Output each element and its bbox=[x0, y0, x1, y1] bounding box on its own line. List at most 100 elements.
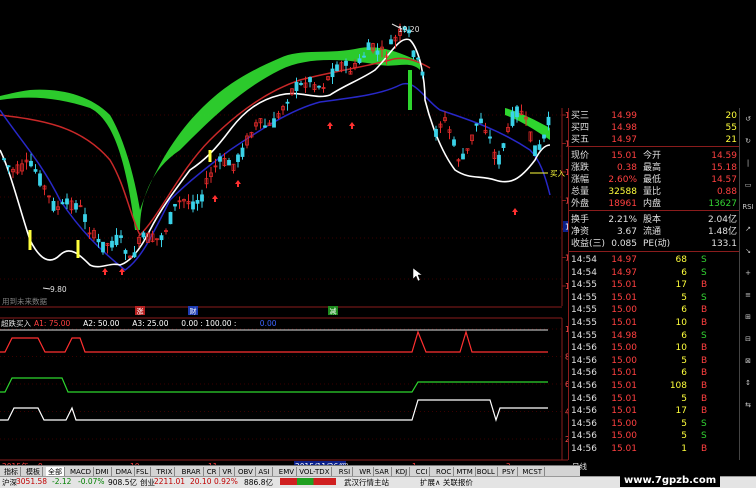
ask-volume: 20 bbox=[725, 111, 737, 121]
candle-body bbox=[236, 154, 240, 162]
candle-body bbox=[330, 68, 335, 78]
stat-value: 13627 bbox=[708, 199, 737, 209]
toolbar-button[interactable]: ⊟ bbox=[741, 332, 755, 346]
tick-price: 15.01 bbox=[611, 292, 637, 303]
candle-body bbox=[240, 147, 245, 157]
tick-side: S bbox=[701, 418, 707, 429]
station-label: 武汉行情主站 bbox=[344, 478, 389, 487]
tick-time: 14:56 bbox=[571, 406, 597, 417]
sh-pct: -0.07% bbox=[78, 477, 105, 486]
candle-body bbox=[159, 235, 164, 241]
candle-body bbox=[335, 64, 339, 72]
tick-volume: 17 bbox=[675, 406, 687, 417]
candle-body bbox=[218, 156, 222, 162]
toolbar-button[interactable]: ↘ bbox=[741, 244, 755, 258]
toolbar-button[interactable]: ↺ bbox=[741, 112, 755, 126]
tick-volume: 6 bbox=[681, 368, 687, 379]
indicator-param: A2: 50.00 bbox=[83, 319, 120, 328]
tick-volume: 6 bbox=[681, 330, 687, 341]
watermark: www.7gpzb.com bbox=[620, 474, 721, 487]
candle-body bbox=[272, 118, 276, 128]
candle-body bbox=[227, 160, 231, 166]
toolbar-button[interactable]: + bbox=[741, 266, 755, 280]
toolbar-button[interactable]: ▭ bbox=[741, 178, 755, 192]
candle-body bbox=[294, 81, 299, 92]
tick-volume: 68 bbox=[675, 255, 687, 265]
candle-body bbox=[123, 250, 128, 254]
candle-body bbox=[389, 39, 393, 45]
candle-body-yellow bbox=[28, 230, 32, 250]
candle-body bbox=[263, 125, 267, 128]
stat-value: 2.60% bbox=[608, 175, 637, 185]
stat-label: 流通 bbox=[643, 227, 662, 237]
ask-label: 买四 bbox=[571, 123, 590, 133]
stat-label: 换手 bbox=[571, 215, 590, 225]
toolbar-button[interactable]: ⊞ bbox=[741, 310, 755, 324]
tick-time: 14:55 bbox=[571, 292, 597, 303]
stat-label: 外盘 bbox=[571, 199, 590, 209]
buy-label: 买入 bbox=[550, 169, 565, 178]
stat-label: 最高 bbox=[643, 163, 662, 173]
tick-price: 15.00 bbox=[611, 343, 637, 354]
candle-body bbox=[533, 145, 537, 157]
candle-body-yellow bbox=[208, 150, 212, 162]
tick-price: 15.00 bbox=[611, 418, 637, 429]
toolbar-button[interactable]: ≡ bbox=[741, 288, 755, 302]
candle-body bbox=[434, 129, 438, 137]
tick-price: 15.01 bbox=[611, 318, 637, 328]
indicator-param: 0.00 : 100.00 : bbox=[181, 319, 236, 328]
toolbar-button[interactable]: ↻ bbox=[741, 134, 755, 148]
ask-label: 买五 bbox=[571, 135, 590, 145]
candle-body bbox=[6, 165, 11, 168]
high-price-label: 19.20 bbox=[398, 25, 420, 34]
tick-side: B bbox=[701, 393, 708, 404]
expand-related-quote[interactable]: 扩展∧ 关联报价 bbox=[420, 477, 473, 488]
toolbar-button[interactable]: ⊠ bbox=[741, 354, 755, 368]
market-breadth-bar bbox=[280, 478, 336, 485]
stat-value: 2.21% bbox=[608, 215, 637, 225]
tick-time: 14:55 bbox=[571, 305, 597, 316]
ask-price: 14.99 bbox=[611, 111, 637, 121]
candle-body-yellow bbox=[76, 240, 80, 258]
toolbar-button[interactable]: | bbox=[741, 156, 755, 170]
tick-price: 14.97 bbox=[611, 267, 637, 278]
tick-side: B bbox=[701, 305, 708, 316]
stat-label: 股本 bbox=[643, 215, 662, 225]
candle-body bbox=[51, 200, 56, 211]
indicator-line-green bbox=[0, 377, 548, 393]
stat-label: 涨幅 bbox=[571, 175, 590, 185]
candle-body bbox=[60, 202, 65, 205]
cy-pct: 0.92% bbox=[214, 477, 238, 486]
marker-up: 涨 bbox=[137, 307, 144, 316]
tick-time: 14:54 bbox=[571, 267, 597, 278]
tick-side: S bbox=[701, 267, 707, 278]
toolbar-button[interactable]: ⇆ bbox=[741, 398, 755, 412]
tick-volume: 108 bbox=[669, 381, 687, 391]
tick-price: 15.01 bbox=[611, 381, 637, 391]
stat-value: 2.04亿 bbox=[707, 215, 737, 225]
stat-value: 14.59 bbox=[711, 151, 737, 161]
candle-body bbox=[191, 201, 195, 210]
tick-side: B bbox=[701, 318, 708, 328]
candle-body bbox=[474, 123, 479, 126]
tick-price: 15.00 bbox=[611, 431, 637, 442]
tick-time: 14:56 bbox=[571, 368, 597, 379]
stat-value: 1.48亿 bbox=[707, 227, 737, 237]
tick-side: B bbox=[701, 343, 708, 354]
toolbar-button[interactable]: ↕ bbox=[741, 376, 755, 390]
candle-body bbox=[101, 241, 105, 253]
candle-body bbox=[38, 173, 42, 186]
tick-volume: 5 bbox=[681, 393, 687, 404]
candle-body bbox=[2, 158, 6, 161]
candle-body bbox=[501, 143, 506, 148]
candle-body bbox=[411, 50, 416, 58]
stat-label: 最低 bbox=[643, 175, 662, 185]
tick-time: 14:56 bbox=[571, 431, 597, 442]
toolbar-button[interactable]: RSI bbox=[741, 200, 755, 214]
candle-body bbox=[344, 60, 348, 66]
candle-body bbox=[29, 160, 33, 167]
stat-value: 133.1 bbox=[711, 239, 737, 249]
candle-body bbox=[542, 134, 546, 139]
tick-price: 15.01 bbox=[611, 444, 637, 454]
toolbar-button[interactable]: ↗ bbox=[741, 222, 755, 236]
